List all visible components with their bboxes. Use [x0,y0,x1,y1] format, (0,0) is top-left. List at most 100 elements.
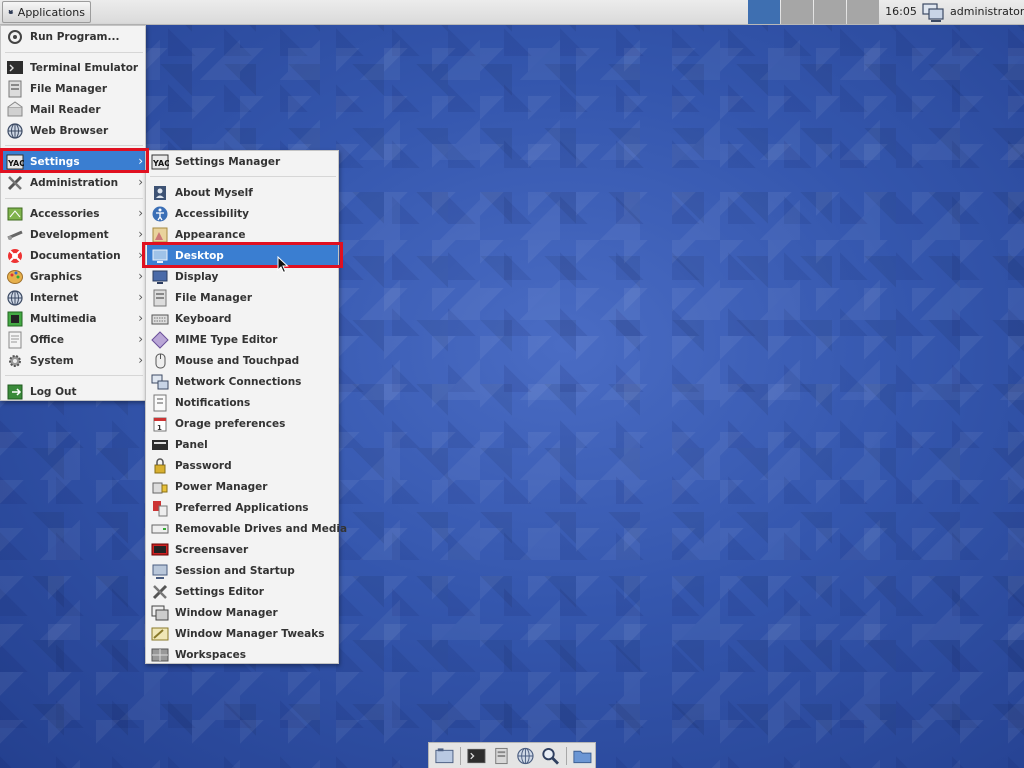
network-status-icon[interactable] [921,1,945,23]
menu-item-office[interactable]: Office › [2,329,145,350]
menu-item-terminal-emulator[interactable]: Terminal Emulator [2,57,145,78]
menu-item-log-out[interactable]: Log Out [2,381,145,402]
calendar-icon: 1 [151,415,169,433]
settings-item-network-connections[interactable]: Network Connections [147,371,338,392]
terminal-icon [6,59,24,77]
lock-icon [151,457,169,475]
terminal-icon[interactable] [466,746,487,766]
settings-item-file-manager[interactable]: File Manager [147,287,338,308]
file-manager-icon [151,289,169,307]
workspaces-icon [151,646,169,664]
workspace-1[interactable] [748,0,780,24]
file-manager-icon [6,80,24,98]
settings-item-settings-manager[interactable]: YAO Settings Manager [147,151,338,172]
appearance-icon [151,226,169,244]
lifebuoy-icon [6,247,24,265]
show-desktop-icon[interactable] [434,746,455,766]
menu-item-documentation[interactable]: Documentation › [2,245,145,266]
top-panel: Applications 16:05 administrator [0,0,1024,25]
settings-item-label: Preferred Applications [175,501,309,514]
workspace-switcher[interactable] [748,0,880,24]
settings-item-window-manager[interactable]: Window Manager [147,602,338,623]
settings-item-label: Screensaver [175,543,249,556]
menu-item-label: Web Browser [30,124,109,137]
settings-item-password[interactable]: Password [147,455,338,476]
svg-text:YAO: YAO [152,159,169,168]
settings-item-keyboard[interactable]: Keyboard [147,308,338,329]
user-menu[interactable]: administrator [950,0,1024,24]
menu-item-mail-reader[interactable]: Mail Reader [2,99,145,120]
applications-menu-button[interactable]: Applications [2,1,91,23]
menu-item-file-manager[interactable]: File Manager [2,78,145,99]
settings-item-settings-editor[interactable]: Settings Editor [147,581,338,602]
panel-icon [151,436,169,454]
preferred-apps-icon [151,499,169,517]
settings-item-label: Password [175,459,232,472]
menu-item-graphics[interactable]: Graphics › [2,266,145,287]
settings-item-about-myself[interactable]: About Myself [147,182,338,203]
settings-item-label: Keyboard [175,312,232,325]
web-browser-icon[interactable] [515,746,536,766]
settings-item-label: Desktop [175,249,224,262]
globe-icon [6,289,24,307]
settings-item-display[interactable]: Display [147,266,338,287]
network-icon [151,373,169,391]
workspace-3[interactable] [814,0,846,24]
menu-item-settings[interactable]: YAO Settings › [2,151,145,172]
settings-item-removable-drives-and-media[interactable]: Removable Drives and Media [147,518,347,539]
keyboard-icon [151,310,169,328]
menu-item-multimedia[interactable]: Multimedia › [2,308,145,329]
settings-item-session-and-startup[interactable]: Session and Startup [147,560,338,581]
menu-item-label: Accessories [30,207,100,220]
settings-item-notifications[interactable]: Notifications [147,392,338,413]
menu-item-system[interactable]: System › [2,350,145,371]
settings-item-appearance[interactable]: Appearance [147,224,338,245]
screensaver-icon [151,541,169,559]
settings-item-label: Settings Manager [175,155,281,168]
workspace-4[interactable] [847,0,879,24]
settings-item-window-manager-tweaks[interactable]: Window Manager Tweaks [147,623,338,644]
chevron-right-icon: › [138,311,143,325]
workspace-2[interactable] [781,0,813,24]
mouse-cursor-icon [277,256,289,274]
menu-item-label: Office [30,333,64,346]
settings-item-workspaces[interactable]: Workspaces [147,644,338,665]
settings-item-desktop[interactable]: Desktop [147,245,338,266]
menu-item-administration[interactable]: Administration › [2,172,145,193]
menu-item-label: Run Program... [30,30,120,43]
settings-item-mouse-and-touchpad[interactable]: Mouse and Touchpad [147,350,338,371]
menu-item-accessories[interactable]: Accessories › [2,203,145,224]
search-icon[interactable] [540,746,561,766]
settings-item-label: Accessibility [175,207,249,220]
settings-item-screensaver[interactable]: Screensaver [147,539,338,560]
menu-item-label: Log Out [30,385,77,398]
run-icon [6,28,24,46]
menu-item-run-program[interactable]: Run Program... [2,26,145,47]
menu-item-label: Mail Reader [30,103,101,116]
settings-item-power-manager[interactable]: Power Manager [147,476,338,497]
chevron-right-icon: › [138,154,143,168]
chevron-right-icon: › [138,269,143,283]
menu-item-web-browser[interactable]: Web Browser [2,120,145,141]
dock-separator [566,746,568,765]
office-icon [6,331,24,349]
desktop-icon [151,247,169,265]
clock[interactable]: 16:05 [884,0,918,24]
settings-item-panel[interactable]: Panel [147,434,338,455]
file-manager-icon[interactable] [491,746,512,766]
settings-icon: YAO [6,153,26,171]
menu-separator [5,198,143,199]
settings-item-orage-preferences[interactable]: 1 Orage preferences [147,413,338,434]
settings-item-mime-type-editor[interactable]: MIME Type Editor [147,329,338,350]
settings-item-accessibility[interactable]: Accessibility [147,203,338,224]
chevron-right-icon: › [138,353,143,367]
settings-item-preferred-applications[interactable]: Preferred Applications [147,497,338,518]
folder-icon[interactable] [572,746,593,766]
drive-icon [151,520,169,538]
menu-item-development[interactable]: Development › [2,224,145,245]
chevron-right-icon: › [138,227,143,241]
xfce-mouse-icon [8,10,14,14]
settings-item-label: Panel [175,438,208,451]
applications-menu: Run Program... Terminal Emulator File Mana… [0,25,146,401]
menu-item-internet[interactable]: Internet › [2,287,145,308]
